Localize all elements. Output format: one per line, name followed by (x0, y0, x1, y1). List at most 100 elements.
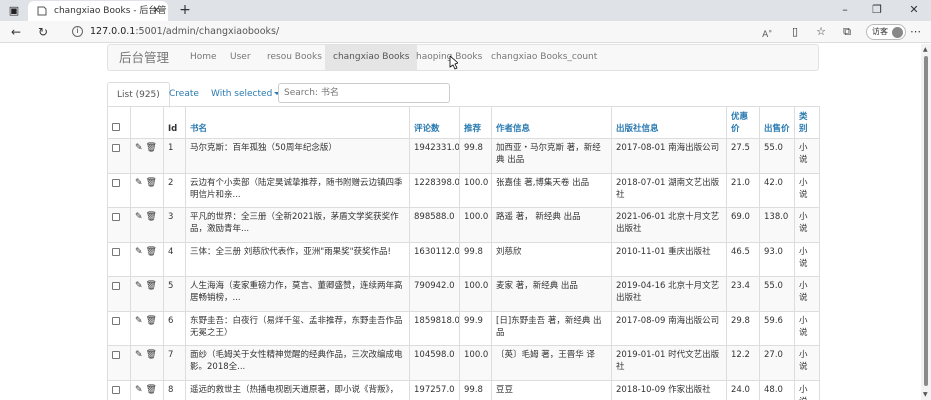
profile-label: 访客 (872, 27, 888, 36)
row-actions-cell: ✎ 🗑 (130, 276, 164, 312)
pencil-icon[interactable]: ✎ (135, 142, 143, 154)
pencil-icon[interactable]: ✎ (135, 246, 143, 258)
cell-publisher: 2021-06-01 北京十月文艺出版社 (611, 207, 727, 243)
site-info-icon[interactable]: i (72, 26, 83, 37)
col-header-recommend[interactable]: 推荐 (459, 106, 492, 139)
nav-changxiao-books[interactable]: changxiao Books (325, 45, 418, 70)
col-header-category[interactable]: 类别 (794, 106, 820, 139)
nav-home[interactable]: Home (182, 45, 225, 70)
trash-icon[interactable]: 🗑 (146, 246, 157, 258)
row-checkbox[interactable] (112, 213, 120, 221)
cell-author: 张嘉佳 著,博集天卷 出品 (491, 172, 612, 208)
cell-category: 小说 (794, 241, 820, 277)
more-options-icon[interactable]: ⋯ (910, 21, 921, 43)
trash-icon[interactable]: 🗑 (146, 142, 157, 154)
col-header-publisher[interactable]: 出版社信息 (611, 106, 727, 139)
table-header-row: Id 书名 评论数 推荐 作者信息 出版社信息 优惠价 出售价 类别 (107, 106, 820, 139)
nav-resou-books[interactable]: resou Books (259, 45, 330, 70)
cell-id: 2 (163, 172, 186, 208)
trash-icon[interactable]: 🗑 (146, 177, 157, 189)
nav-user[interactable]: User (222, 45, 259, 70)
row-checkbox[interactable] (112, 316, 120, 325)
navbar-brand[interactable]: 后台管理 (119, 45, 169, 70)
row-checkbox[interactable] (112, 144, 120, 152)
back-icon[interactable]: ← (5, 21, 27, 43)
page-favicon-icon (37, 6, 47, 16)
browser-tab-bar: ▣ changxiao Books - 后台管理 ✕ + – ❐ ✕ (0, 0, 931, 36)
pencil-icon[interactable]: ✎ (135, 280, 143, 292)
url-host: 127.0.0.1 (90, 26, 136, 37)
cell-sale-price: 59.6 (759, 310, 795, 346)
close-window-icon[interactable]: ✕ (899, 0, 929, 20)
select-all-header (107, 106, 131, 139)
table-row: ✎ 🗑 3 平凡的世界：全三册（全新2021版，茅盾文学奖获奖作品，激励青年... 89… (107, 207, 820, 243)
cell-title: 云边有个小卖部（陆定昊诚挚推荐，随书附赠云边镇四季明信片和亲... (185, 172, 410, 208)
pencil-icon[interactable]: ✎ (135, 177, 143, 189)
pencil-icon[interactable]: ✎ (135, 384, 143, 396)
select-all-checkbox[interactable] (112, 123, 120, 131)
minimize-icon[interactable]: – (830, 0, 860, 20)
close-tab-icon[interactable]: ✕ (152, 1, 160, 21)
trash-icon[interactable]: 🗑 (146, 384, 157, 396)
col-header-title[interactable]: 书名 (185, 106, 410, 139)
pencil-icon[interactable]: ✎ (135, 211, 143, 223)
cell-discount-price: 21.0 (726, 172, 760, 208)
page-content: 后台管理 Home User resou Books changxiao Boo… (0, 44, 921, 400)
tab-with-selected[interactable]: With selected (202, 82, 289, 107)
cell-publisher: 2017-08-01 南海出版公司 (611, 138, 727, 174)
tab-create[interactable]: Create (160, 82, 208, 107)
col-header-comments[interactable]: 评论数 (409, 106, 460, 139)
col-header-id[interactable]: Id (163, 106, 186, 139)
scrollbar-thumb[interactable] (924, 56, 928, 386)
refresh-icon[interactable]: ↻ (32, 21, 54, 43)
row-actions-cell: ✎ 🗑 (130, 138, 164, 174)
url-field[interactable]: i 127.0.0.1:5001/admin/changxiaobooks/ A… (66, 23, 780, 41)
window-menu-icon[interactable]: ▣ (2, 0, 26, 21)
row-checkbox[interactable] (112, 247, 120, 256)
cell-title: 三体：全三册 刘慈欣代表作，亚洲"雨果奖"获奖作品! (185, 241, 410, 277)
browser-tab[interactable]: changxiao Books - 后台管理 ✕ (28, 1, 168, 36)
cell-sale-price: 55.0 (759, 138, 795, 174)
cell-author: 〔英〕毛姆 著，王晋华 译 (491, 345, 612, 381)
row-select-cell (107, 138, 131, 174)
trash-icon[interactable]: 🗑 (146, 280, 157, 292)
row-checkbox[interactable] (112, 282, 120, 290)
read-aloud-icon[interactable]: A» (762, 23, 772, 44)
cell-comments: 1942331.0 (409, 138, 460, 174)
row-checkbox[interactable] (112, 385, 120, 394)
trash-icon[interactable]: 🗑 (146, 211, 157, 223)
row-actions-cell: ✎ 🗑 (130, 310, 164, 346)
cell-sale-price: 42.0 (759, 172, 795, 208)
cell-title: 面纱（毛姆关于女性精神觉醒的经典作品，三次改编成电影。2018全... (185, 345, 410, 381)
row-checkbox[interactable] (112, 178, 120, 187)
nav-changxiao-books-count[interactable]: changxiao Books_count (483, 45, 605, 70)
col-header-author[interactable]: 作者信息 (491, 106, 612, 139)
collections-icon[interactable]: ⧉ (836, 21, 858, 43)
cell-author: 豆豆 (491, 379, 612, 400)
favorites-icon[interactable]: ☆ (810, 21, 832, 43)
col-header-sale-price[interactable]: 出售价 (759, 106, 795, 139)
cell-title: 遥远的救世主（热播电视剧天道原著，即小说《背叛》， (185, 379, 410, 400)
search-input[interactable] (278, 83, 450, 103)
cell-publisher: 2018-10-09 作家出版社 (611, 379, 727, 400)
trash-icon[interactable]: 🗑 (146, 349, 157, 361)
actions-header (130, 106, 164, 139)
row-checkbox[interactable] (112, 351, 120, 359)
new-tab-icon[interactable]: + (176, 0, 194, 20)
pencil-icon[interactable]: ✎ (135, 315, 143, 327)
page-scrollbar[interactable]: ▲ ▼ (921, 44, 931, 400)
trash-icon[interactable]: 🗑 (146, 315, 157, 327)
cell-comments: 104598.0 (409, 345, 460, 381)
cell-recommend: 100.0 (459, 207, 492, 243)
col-header-discount-price[interactable]: 优惠价 (726, 106, 760, 139)
table-row: ✎ 🗑 4 三体：全三册 刘慈欣代表作，亚洲"雨果奖"获奖作品! 1630112.0 99… (107, 241, 820, 277)
profile-button[interactable]: 访客 (866, 24, 906, 40)
cell-comments: 1859818.0 (409, 310, 460, 346)
admin-navbar: 后台管理 Home User resou Books changxiao Boo… (107, 44, 819, 71)
scroll-up-icon[interactable]: ▲ (923, 46, 928, 53)
split-screen-icon[interactable]: ▯ (784, 21, 806, 43)
cell-discount-price: 24.0 (726, 379, 760, 400)
scroll-down-icon[interactable]: ▼ (923, 391, 928, 398)
pencil-icon[interactable]: ✎ (135, 349, 143, 361)
maximize-icon[interactable]: ❐ (862, 0, 892, 20)
